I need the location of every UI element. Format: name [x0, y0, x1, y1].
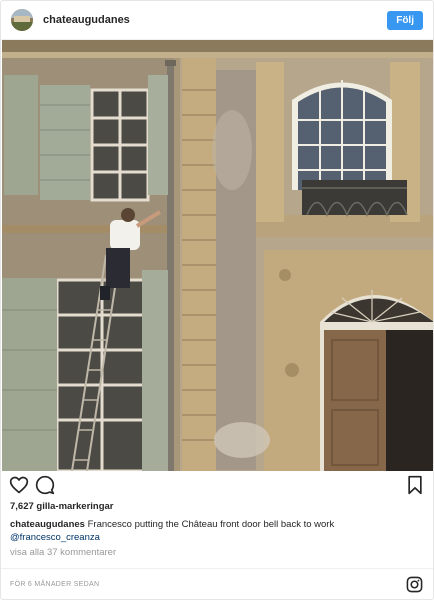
action-bar — [1, 473, 433, 499]
post-footer: FÖR 6 MÅNADER SEDAN — [1, 568, 433, 599]
heart-icon[interactable] — [9, 475, 29, 495]
caption-mention[interactable]: @francesco_creanza — [10, 532, 100, 543]
username[interactable]: chateaugudanes — [43, 14, 130, 26]
caption-username[interactable]: chateaugudanes — [10, 519, 85, 530]
bookmark-icon[interactable] — [405, 475, 425, 495]
avatar[interactable] — [11, 9, 33, 31]
instagram-post-card: chateaugudanes Följ 7,627 gilla-markerin… — [0, 0, 434, 600]
timestamp[interactable]: FÖR 6 MÅNADER SEDAN — [10, 581, 99, 588]
post-photo[interactable] — [2, 40, 433, 471]
follow-button[interactable]: Följ — [387, 10, 423, 30]
post-header: chateaugudanes Följ — [1, 1, 433, 40]
view-comments-link[interactable]: visa alla 37 kommentarer — [10, 547, 116, 558]
instagram-icon[interactable] — [406, 576, 423, 593]
likes-count[interactable]: 7,627 gilla-markeringar — [10, 501, 114, 512]
caption: chateaugudanes Francesco putting the Châ… — [10, 518, 426, 544]
caption-text: Francesco putting the Château front door… — [87, 519, 335, 530]
comment-icon[interactable] — [35, 475, 55, 495]
